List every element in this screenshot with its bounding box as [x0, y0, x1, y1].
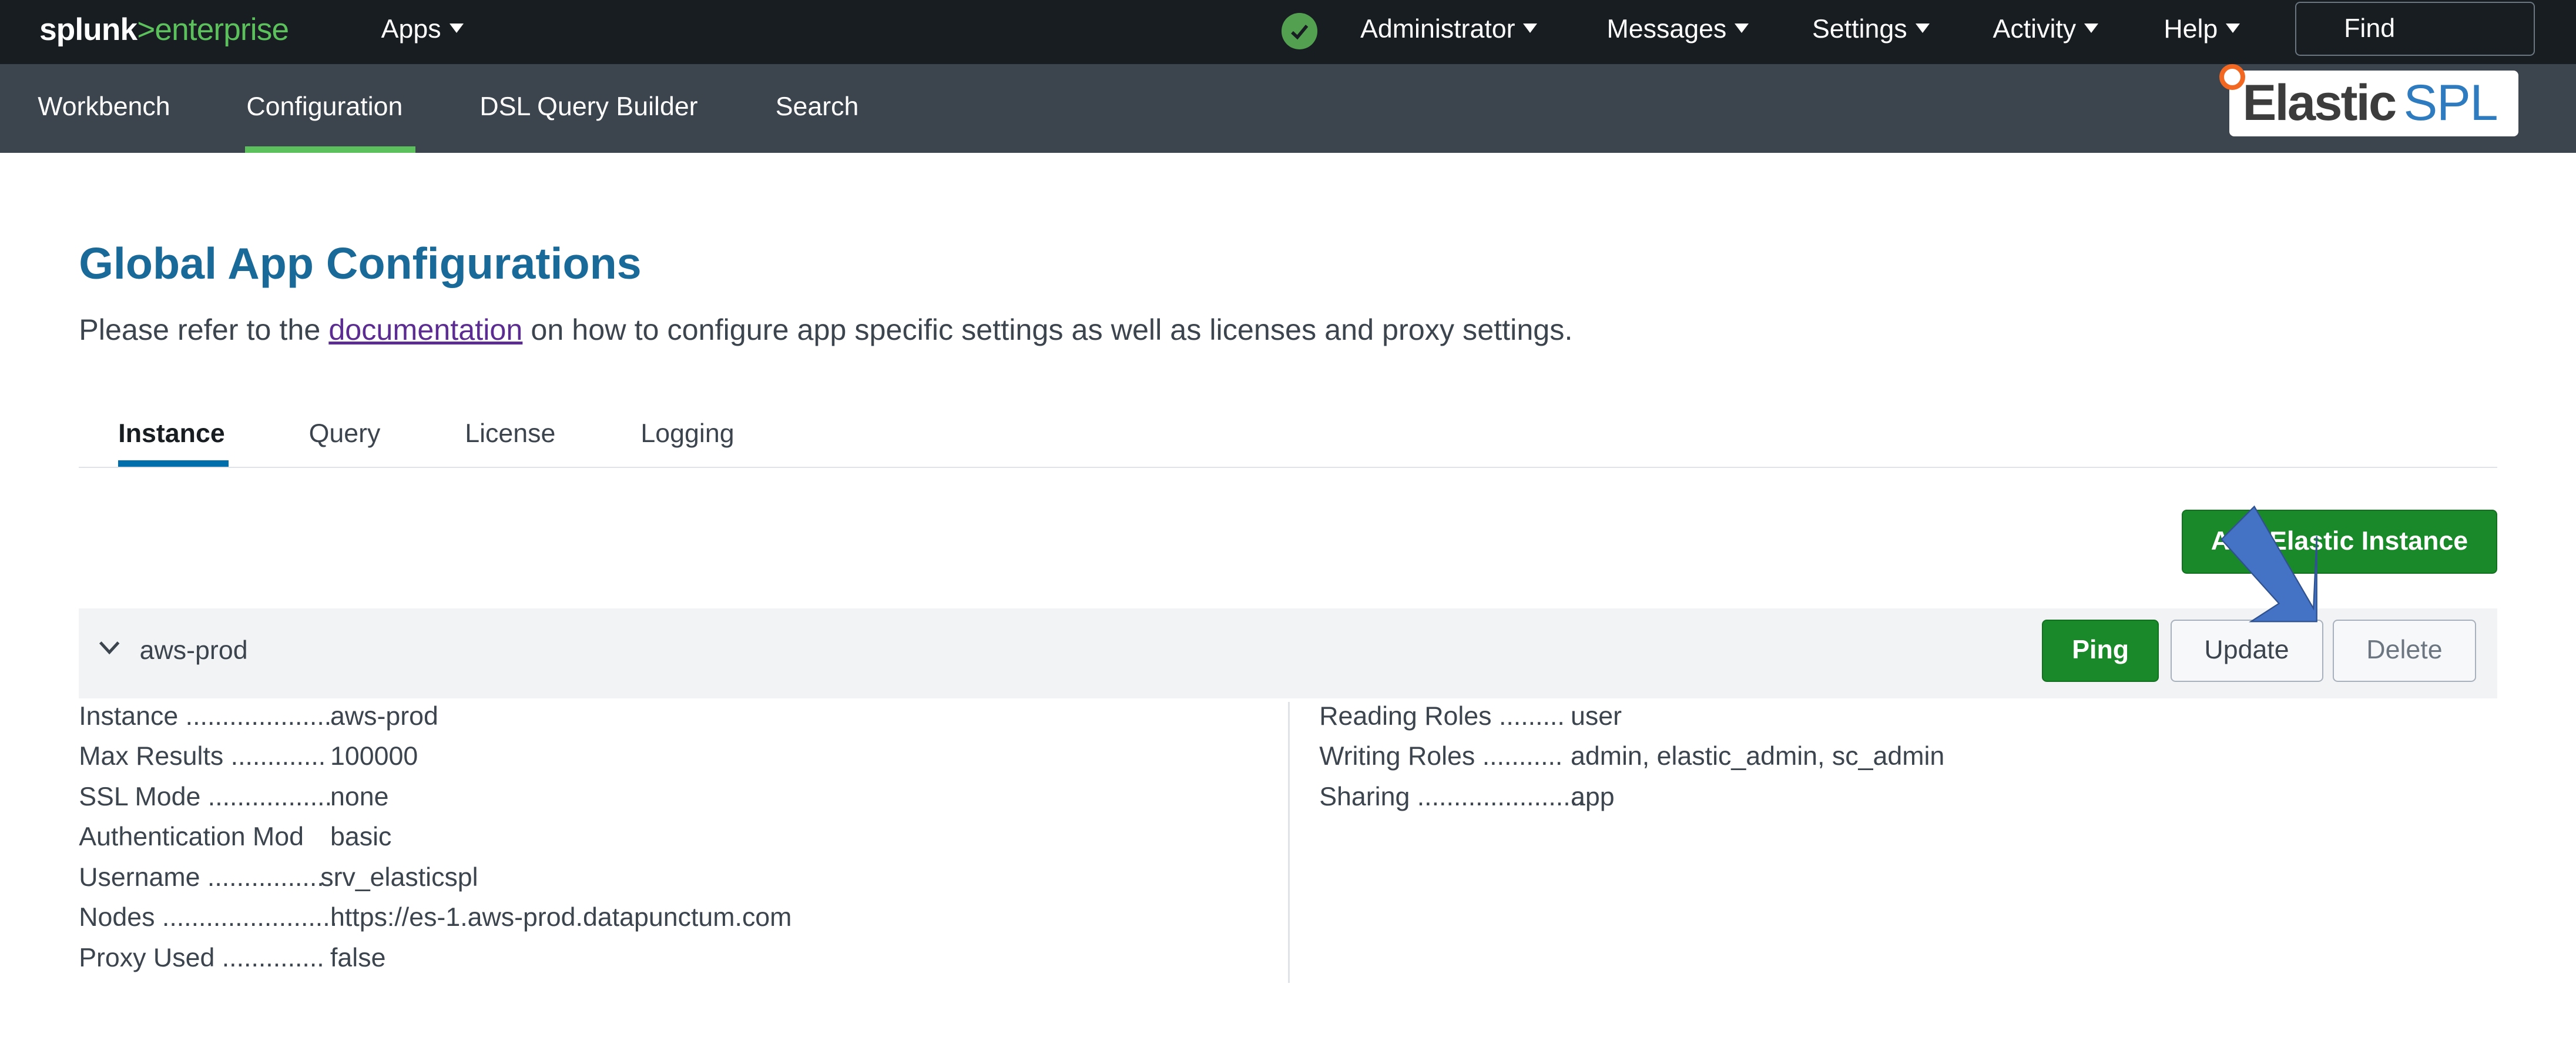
detail-label: Max Results ............. [79, 742, 326, 771]
documentation-link[interactable]: documentation [328, 313, 522, 346]
apps-menu-label: Apps [381, 15, 441, 44]
caret-down-icon [2084, 23, 2099, 33]
detail-value: srv_elasticspl [320, 862, 478, 892]
ping-button[interactable]: Ping [2042, 620, 2159, 683]
page-title: Global App Configurations [79, 239, 642, 289]
brand-primary: splunk [39, 12, 137, 47]
detail-label: Instance .................... [79, 701, 332, 731]
instance-name: aws-prod [139, 636, 248, 665]
detail-value: 100000 [330, 742, 418, 771]
detail-label: SSL Mode ................. [79, 782, 332, 811]
settings-menu[interactable]: Settings [1812, 15, 1930, 44]
top-nav-bar: splunk>enterprise Apps Administrator Mes… [0, 0, 2576, 65]
instance-accordion-header[interactable]: aws-prod Ping Update Delete [79, 608, 2497, 699]
check-circle-icon[interactable] [1281, 13, 1318, 49]
detail-value: user [1570, 701, 1622, 731]
detail-value: false [330, 943, 386, 972]
tab-license[interactable]: License [465, 419, 555, 449]
messages-menu[interactable]: Messages [1606, 15, 1749, 44]
help-menu[interactable]: Help [2164, 15, 2240, 44]
brand-secondary: enterprise [155, 12, 289, 47]
help-menu-label: Help [2164, 15, 2218, 44]
app-tab-configuration[interactable]: Configuration [246, 92, 402, 122]
caret-down-icon [1523, 23, 1538, 33]
page-description: Please refer to the documentation on how… [79, 312, 1572, 347]
activity-menu[interactable]: Activity [1993, 15, 2099, 44]
app-tab-workbench[interactable]: Workbench [38, 92, 170, 122]
detail-label: Reading Roles ......... [1319, 701, 1565, 731]
detail-label: Proxy Used .............. [79, 943, 324, 972]
caret-down-icon [449, 23, 464, 33]
app-nav-bar: Workbench Configuration DSL Query Builde… [0, 64, 2576, 153]
caret-down-icon [2226, 23, 2240, 33]
active-tab-indicator [118, 460, 229, 467]
elasticspl-logo: Elastic SPL [2219, 64, 2519, 137]
app-tab-search[interactable]: Search [776, 92, 859, 122]
tab-query[interactable]: Query [309, 419, 381, 449]
add-elastic-instance-button[interactable]: Add Elastic Instance [2182, 509, 2497, 574]
administrator-menu-label: Administrator [1360, 15, 1515, 44]
administrator-menu[interactable]: Administrator [1360, 15, 1538, 44]
caret-down-icon [1915, 23, 1930, 33]
detail-value: admin, elastic_admin, sc_admin [1570, 742, 1945, 771]
description-text-before: Please refer to the [79, 313, 329, 347]
page: splunk>enterprise Apps Administrator Mes… [0, 0, 2576, 1037]
tab-logging[interactable]: Logging [640, 419, 734, 449]
caret-down-icon [1735, 23, 1749, 33]
detail-label: Nodes ........................ [79, 903, 338, 932]
chevron-down-icon[interactable] [99, 641, 120, 655]
column-divider [1288, 701, 1290, 983]
description-text-after: on how to configure app specific setting… [522, 313, 1573, 347]
logo-elastic-text: Elastic [2242, 74, 2397, 131]
splunk-logo[interactable]: splunk>enterprise [39, 12, 289, 48]
find-placeholder: Find [2344, 14, 2396, 44]
detail-label: Writing Roles ........... [1319, 742, 1563, 771]
active-tab-indicator [244, 146, 416, 153]
delete-button[interactable]: Delete [2333, 620, 2476, 683]
brand-separator: > [137, 12, 155, 47]
detail-value: app [1570, 782, 1615, 811]
detail-label: Username ................ [79, 862, 324, 892]
app-tab-dsl-query-builder[interactable]: DSL Query Builder [479, 92, 697, 122]
detail-value: https://es-1.aws-prod.datapunctum.com [330, 903, 792, 932]
logo-spl-text: SPL [2403, 74, 2498, 131]
detail-value: none [330, 782, 389, 811]
find-input[interactable]: Find [2295, 1, 2535, 56]
settings-menu-label: Settings [1812, 15, 1907, 44]
detail-label: Sharing ....................... [1319, 782, 1585, 811]
messages-menu-label: Messages [1606, 15, 1727, 44]
apps-menu[interactable]: Apps [381, 15, 464, 44]
tab-instance[interactable]: Instance [118, 419, 224, 449]
detail-value: basic [330, 822, 392, 852]
activity-menu-label: Activity [1993, 15, 2077, 44]
detail-value: aws-prod [330, 701, 438, 731]
location-pin-icon [2219, 64, 2246, 90]
update-button[interactable]: Update [2170, 620, 2323, 683]
config-tabs: Instance Query License Logging [79, 411, 2497, 469]
detail-label: Authentication Mod [79, 822, 304, 852]
